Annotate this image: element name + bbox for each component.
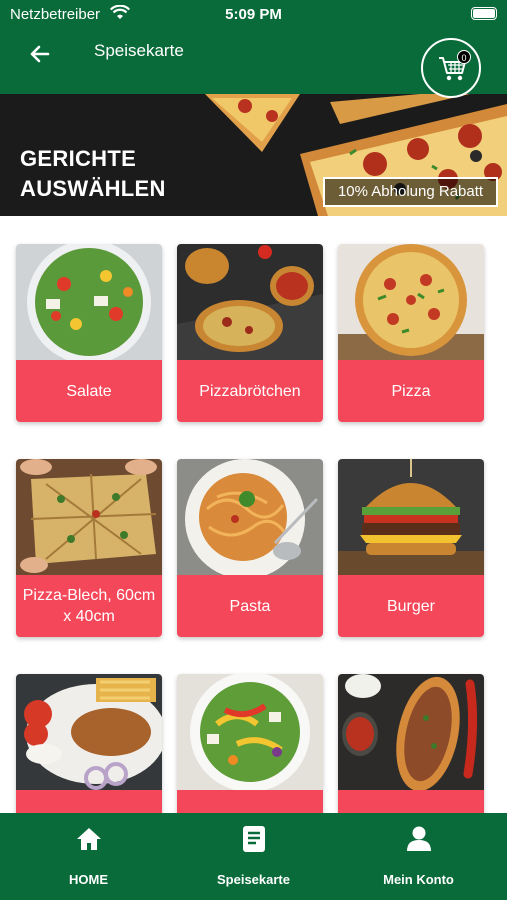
battery-icon	[471, 7, 497, 20]
app-header: Speisekarte 0	[0, 30, 507, 98]
page-title: Speisekarte	[94, 41, 184, 60]
banner-title: GERICHTE AUSWÄHLEN	[20, 144, 166, 204]
menu-book-icon	[243, 826, 265, 852]
back-arrow-icon[interactable]	[24, 38, 56, 70]
home-icon	[77, 828, 101, 850]
status-bar: Netzbetreiber 5:09 PM	[0, 0, 507, 30]
category-grid: Salate Pizzabrötchen Pizza Pizza-Blech, …	[0, 216, 507, 813]
category-card-pide[interactable]	[338, 674, 484, 813]
vegetarian-salad-image	[177, 674, 323, 790]
clock: 5:09 PM	[225, 6, 282, 23]
category-label: Pizza-Blech, 60cm x 40cm	[16, 575, 162, 637]
category-card-pizzabroetchen[interactable]: Pizzabrötchen	[177, 244, 323, 422]
promo-banner: GERICHTE AUSWÄHLEN 10% Abholung Rabatt	[0, 94, 507, 216]
bottom-navigation: HOME Speisekarte Mein Konto	[0, 813, 507, 900]
salad-image	[16, 244, 162, 360]
category-label: Pasta	[177, 575, 323, 637]
category-card-doener[interactable]	[16, 674, 162, 813]
nav-mein-konto-label: Mein Konto	[383, 872, 454, 887]
banner-title-line2: AUSWÄHLEN	[20, 176, 166, 201]
nav-mein-konto[interactable]: Mein Konto	[334, 813, 503, 900]
category-card-vegetarische[interactable]: Vegetarische	[177, 674, 323, 813]
nav-home-label: HOME	[69, 872, 108, 887]
cart-button[interactable]: 0	[421, 38, 481, 98]
user-icon	[407, 826, 431, 851]
category-label: Salate	[16, 360, 162, 422]
category-label	[338, 790, 484, 813]
category-card-pizza[interactable]: Pizza	[338, 244, 484, 422]
pasta-image	[177, 459, 323, 575]
pide-image	[338, 674, 484, 790]
category-label: Pizzabrötchen	[177, 360, 323, 422]
category-label: Vegetarische	[177, 790, 323, 813]
category-label: Burger	[338, 575, 484, 637]
category-card-pasta[interactable]: Pasta	[177, 459, 323, 637]
pizza-rolls-image	[177, 244, 323, 360]
category-label	[16, 790, 162, 813]
category-label: Pizza	[338, 360, 484, 422]
nav-speisekarte-label: Speisekarte	[217, 872, 290, 887]
nav-home[interactable]: HOME	[4, 813, 173, 900]
burger-image	[338, 459, 484, 575]
category-card-pizza-blech[interactable]: Pizza-Blech, 60cm x 40cm	[16, 459, 162, 637]
pizza-image	[338, 244, 484, 360]
category-card-salate[interactable]: Salate	[16, 244, 162, 422]
banner-title-line1: GERICHTE	[20, 146, 137, 171]
doener-plate-image	[16, 674, 162, 790]
pizza-sheet-image	[16, 459, 162, 575]
discount-badge: 10% Abholung Rabatt	[323, 177, 498, 207]
category-card-burger[interactable]: Burger	[338, 459, 484, 637]
cart-count-badge: 0	[457, 50, 471, 64]
nav-speisekarte[interactable]: Speisekarte	[169, 813, 338, 900]
